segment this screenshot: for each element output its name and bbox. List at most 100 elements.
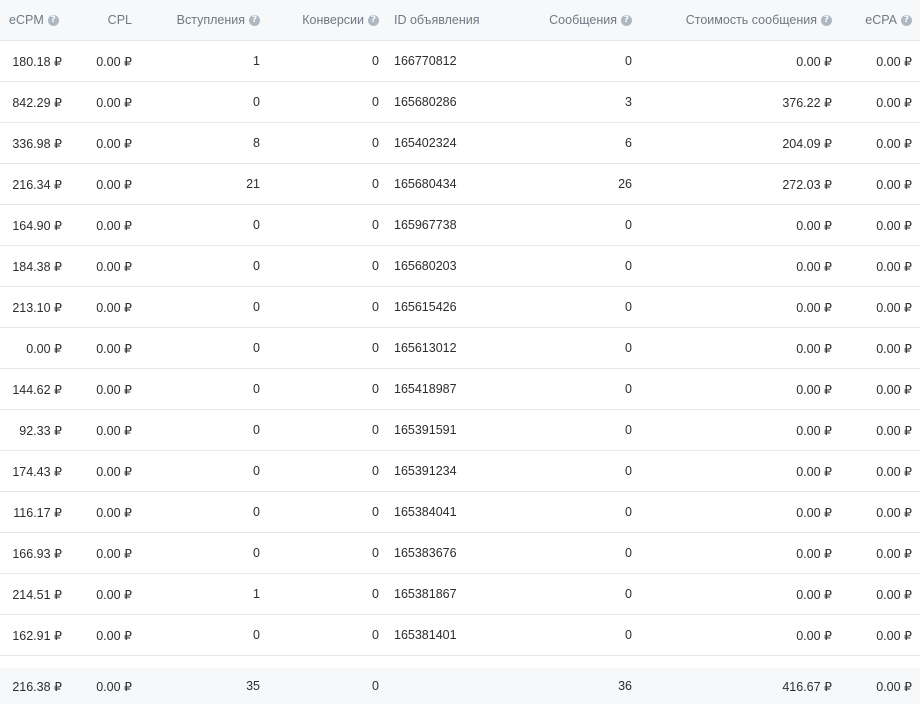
help-icon[interactable]: ? <box>368 14 379 26</box>
cell-messages: 0 <box>625 341 632 355</box>
cell-conversions: 0 <box>372 54 379 68</box>
column-header-joins[interactable]: Вступления ? <box>150 0 260 40</box>
cell-conversions: 0 <box>372 505 379 519</box>
column-header-label: CPL <box>107 13 132 27</box>
table-row[interactable]: 116.17 ₽ 0.00 ₽ 0 0 165384041 0 0.00 ₽ 0.00 ₽ <box>0 492 920 533</box>
cell-message-cost: 0.00 ₽ <box>796 546 832 561</box>
cell-ecpm: 0.00 ₽ <box>26 341 62 356</box>
cell-ad-id: 165402324 <box>394 136 457 150</box>
cell-cpl: 0.00 ₽ <box>96 218 132 233</box>
stats-table: eCPM ? CPL Вступления ? Конверсии ? ID о… <box>0 0 920 704</box>
total-messages: 36 <box>618 679 632 693</box>
help-icon[interactable]: ? <box>249 14 260 26</box>
cell-joins: 0 <box>253 505 260 519</box>
cell-joins: 0 <box>253 382 260 396</box>
cell-ad-id: 165391234 <box>394 464 457 478</box>
cell-ecpa: 0.00 ₽ <box>876 259 912 274</box>
table-row[interactable]: 164.90 ₽ 0.00 ₽ 0 0 165967738 0 0.00 ₽ 0.00 ₽ <box>0 205 920 246</box>
cell-joins: 0 <box>253 95 260 109</box>
column-header-ad-id[interactable]: ID объявления <box>394 0 524 40</box>
total-message-cost: 416.67 ₽ <box>782 679 832 694</box>
cell-message-cost: 0.00 ₽ <box>796 464 832 479</box>
cell-ad-id: 165391591 <box>394 423 457 437</box>
cell-cpl: 0.00 ₽ <box>96 341 132 356</box>
cell-ecpm: 164.90 ₽ <box>12 218 62 233</box>
table-row[interactable]: 213.10 ₽ 0.00 ₽ 0 0 165615426 0 0.00 ₽ 0.00 ₽ <box>0 287 920 328</box>
cell-messages: 6 <box>625 136 632 150</box>
table-row[interactable]: 180.18 ₽ 0.00 ₽ 1 0 166770812 0 0.00 ₽ 0.00 ₽ <box>0 41 920 82</box>
cell-ecpm: 184.38 ₽ <box>12 259 62 274</box>
table-row[interactable]: 166.93 ₽ 0.00 ₽ 0 0 165383676 0 0.00 ₽ 0.00 ₽ <box>0 533 920 574</box>
table-row[interactable]: 174.43 ₽ 0.00 ₽ 0 0 165391234 0 0.00 ₽ 0.00 ₽ <box>0 451 920 492</box>
help-icon[interactable]: ? <box>901 14 912 26</box>
cell-ecpa: 0.00 ₽ <box>876 95 912 110</box>
cell-cpl: 0.00 ₽ <box>96 505 132 520</box>
cell-ecpa: 0.00 ₽ <box>876 300 912 315</box>
table-row[interactable]: 214.51 ₽ 0.00 ₽ 1 0 165381867 0 0.00 ₽ 0.00 ₽ <box>0 574 920 615</box>
column-header-conversions[interactable]: Конверсии ? <box>270 0 379 40</box>
table-row[interactable]: 0.00 ₽ 0.00 ₽ 0 0 165613012 0 0.00 ₽ 0.00 ₽ <box>0 328 920 369</box>
cell-messages: 0 <box>625 546 632 560</box>
cell-joins: 0 <box>253 341 260 355</box>
cell-cpl: 0.00 ₽ <box>96 382 132 397</box>
table-row[interactable]: 842.29 ₽ 0.00 ₽ 0 0 165680286 3 376.22 ₽ 0.00 ₽ <box>0 82 920 123</box>
cell-conversions: 0 <box>372 464 379 478</box>
cell-ecpm: 180.18 ₽ <box>12 54 62 69</box>
table-row[interactable]: 162.91 ₽ 0.00 ₽ 0 0 165381401 0 0.00 ₽ 0.00 ₽ <box>0 615 920 656</box>
cell-ecpa: 0.00 ₽ <box>876 341 912 356</box>
help-icon[interactable]: ? <box>621 14 632 26</box>
table-row[interactable]: 144.62 ₽ 0.00 ₽ 0 0 165418987 0 0.00 ₽ 0.00 ₽ <box>0 369 920 410</box>
cell-message-cost: 0.00 ₽ <box>796 259 832 274</box>
help-icon[interactable]: ? <box>821 14 832 26</box>
cell-conversions: 0 <box>372 587 379 601</box>
column-header-label: Конверсии <box>302 13 364 27</box>
column-header-label: Сообщения <box>549 13 617 27</box>
cell-conversions: 0 <box>372 382 379 396</box>
cell-message-cost: 0.00 ₽ <box>796 423 832 438</box>
cell-joins: 8 <box>253 136 260 150</box>
column-header-ecpm[interactable]: eCPM ? <box>0 0 69 40</box>
column-header-messages[interactable]: Сообщения ? <box>520 0 632 40</box>
column-header-cpl[interactable]: CPL <box>70 0 132 40</box>
total-conversions: 0 <box>372 679 379 693</box>
cell-message-cost: 0.00 ₽ <box>796 54 832 69</box>
table-spacer <box>0 656 920 668</box>
cell-conversions: 0 <box>372 259 379 273</box>
cell-ecpm: 842.29 ₽ <box>12 95 62 110</box>
cell-ecpa: 0.00 ₽ <box>876 177 912 192</box>
cell-message-cost: 0.00 ₽ <box>796 382 832 397</box>
cell-joins: 0 <box>253 628 260 642</box>
cell-ecpm: 174.43 ₽ <box>12 464 62 479</box>
cell-ecpa: 0.00 ₽ <box>876 546 912 561</box>
cell-ecpm: 216.34 ₽ <box>12 177 62 192</box>
cell-ecpa: 0.00 ₽ <box>876 505 912 520</box>
cell-message-cost: 0.00 ₽ <box>796 300 832 315</box>
cell-message-cost: 0.00 ₽ <box>796 587 832 602</box>
table-row[interactable]: 336.98 ₽ 0.00 ₽ 8 0 165402324 6 204.09 ₽ 0.00 ₽ <box>0 123 920 164</box>
column-header-message-cost[interactable]: Стоимость сообщения ? <box>650 0 832 40</box>
column-header-label: ID объявления <box>394 13 480 27</box>
cell-messages: 0 <box>625 464 632 478</box>
column-header-label: eCPM <box>9 13 44 27</box>
cell-message-cost: 0.00 ₽ <box>796 218 832 233</box>
column-header-ecpa[interactable]: eCPA ? <box>845 0 912 40</box>
table-row[interactable]: 216.34 ₽ 0.00 ₽ 21 0 165680434 26 272.03 ₽ 0.00… <box>0 164 920 205</box>
cell-ad-id: 165384041 <box>394 505 457 519</box>
cell-joins: 1 <box>253 587 260 601</box>
cell-joins: 0 <box>253 300 260 314</box>
cell-ecpm: 336.98 ₽ <box>12 136 62 151</box>
cell-conversions: 0 <box>372 423 379 437</box>
cell-conversions: 0 <box>372 341 379 355</box>
cell-cpl: 0.00 ₽ <box>96 628 132 643</box>
cell-messages: 0 <box>625 423 632 437</box>
table-row[interactable]: 184.38 ₽ 0.00 ₽ 0 0 165680203 0 0.00 ₽ 0.00 ₽ <box>0 246 920 287</box>
help-icon[interactable]: ? <box>47 14 59 26</box>
cell-conversions: 0 <box>372 300 379 314</box>
cell-conversions: 0 <box>372 628 379 642</box>
table-row[interactable]: 92.33 ₽ 0.00 ₽ 0 0 165391591 0 0.00 ₽ 0.00 ₽ <box>0 410 920 451</box>
cell-conversions: 0 <box>372 95 379 109</box>
cell-cpl: 0.00 ₽ <box>96 136 132 151</box>
cell-cpl: 0.00 ₽ <box>96 587 132 602</box>
cell-message-cost: 376.22 ₽ <box>782 95 832 110</box>
cell-messages: 0 <box>625 382 632 396</box>
